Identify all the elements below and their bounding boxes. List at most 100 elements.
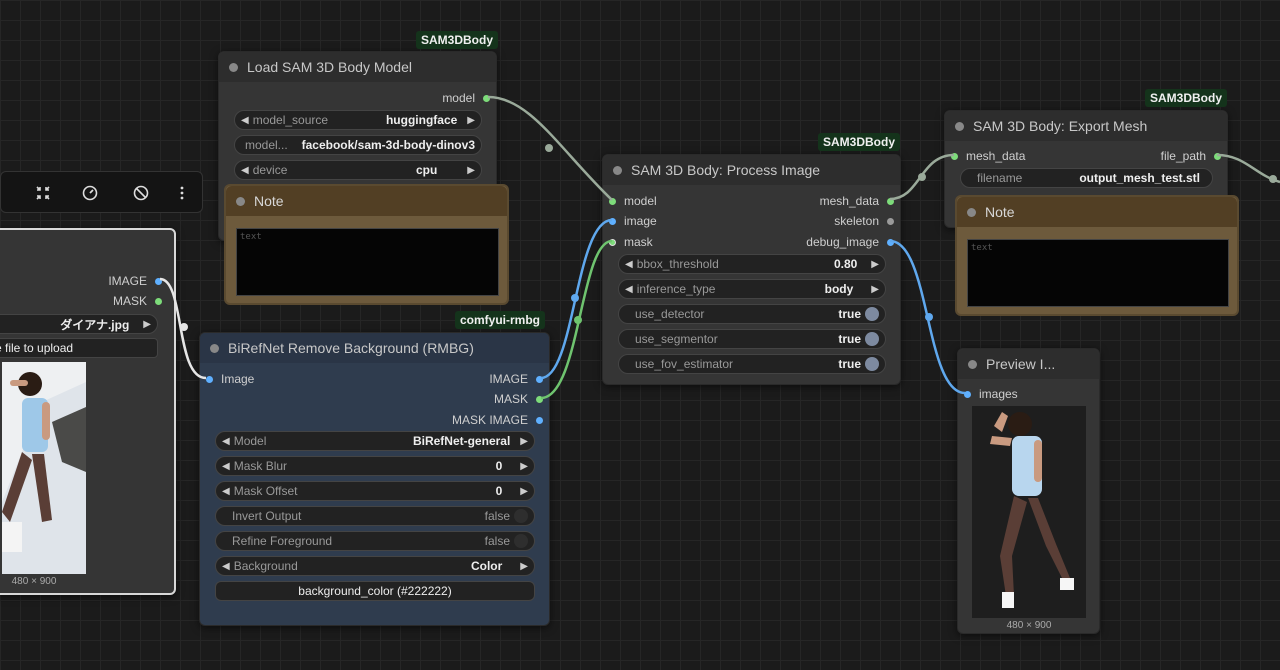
collapse-dot-icon[interactable]: [967, 208, 976, 217]
arrow-left-icon[interactable]: ◀: [222, 436, 230, 447]
node-title[interactable]: BiRefNet Remove Background (RMBG): [200, 333, 549, 363]
slot-dot[interactable]: [1214, 152, 1221, 160]
device-combo[interactable]: ◀ device cpu ▶: [234, 160, 482, 180]
arrow-right-icon[interactable]: ▶: [143, 319, 151, 330]
output-model[interactable]: model: [442, 89, 490, 107]
slot-dot[interactable]: [609, 217, 616, 225]
dial-icon[interactable]: [81, 184, 99, 202]
slot-dot[interactable]: [206, 375, 213, 383]
more-vertical-icon[interactable]: [173, 184, 191, 202]
use-detector-toggle[interactable]: use_detector true: [618, 304, 886, 324]
arrow-right-icon[interactable]: ▶: [520, 461, 528, 472]
toggle-knob[interactable]: [514, 534, 528, 548]
slot-dot[interactable]: [155, 277, 162, 285]
model-combo[interactable]: ◀ Model BiRefNet-general ▶: [215, 431, 535, 451]
slot-dot[interactable]: [887, 217, 894, 225]
output-file-path[interactable]: file_path: [1161, 147, 1221, 165]
arrow-right-icon[interactable]: ▶: [520, 486, 528, 497]
arrow-left-icon[interactable]: ◀: [625, 284, 633, 295]
link-midpoint[interactable]: [180, 323, 188, 331]
toggle-knob[interactable]: [865, 307, 879, 321]
collapse-dot-icon[interactable]: [229, 63, 238, 72]
note-node[interactable]: Note text: [955, 195, 1239, 316]
note-textarea[interactable]: text: [967, 239, 1229, 307]
node-title[interactable]: SAM 3D Body: Export Mesh: [945, 111, 1227, 141]
model-name-combo[interactable]: model... facebook/sam-3d-body-dinov3: [234, 135, 482, 155]
load-image-node[interactable]: IMAGE MASK ダイアナ.jpg ▶ se file to upload: [0, 228, 176, 595]
upload-button[interactable]: se file to upload: [0, 338, 158, 358]
arrow-right-icon[interactable]: ▶: [520, 436, 528, 447]
output-mesh-data[interactable]: mesh_data: [820, 192, 894, 210]
bbox-threshold-number[interactable]: ◀ bbox_threshold 0.80 ▶: [618, 254, 886, 274]
arrow-left-icon[interactable]: ◀: [222, 561, 230, 572]
slot-dot[interactable]: [155, 297, 162, 305]
slot-dot[interactable]: [536, 375, 543, 383]
slot-dot[interactable]: [887, 197, 894, 205]
collapse-dot-icon[interactable]: [968, 360, 977, 369]
output-debug-image[interactable]: debug_image: [806, 233, 894, 251]
node-title[interactable]: Load SAM 3D Body Model: [219, 52, 496, 82]
arrow-right-icon[interactable]: ▶: [871, 259, 879, 270]
image-combo[interactable]: ダイアナ.jpg ▶: [0, 314, 158, 334]
note-node[interactable]: Note text: [224, 184, 509, 305]
note-textarea[interactable]: text: [236, 228, 499, 296]
mask-offset-number[interactable]: ◀ Mask Offset 0 ▶: [215, 481, 535, 501]
slot-dot[interactable]: [951, 152, 958, 160]
input-mask[interactable]: mask: [609, 233, 653, 251]
collapse-dot-icon[interactable]: [210, 344, 219, 353]
background-color-button[interactable]: background_color (#222222): [215, 581, 535, 601]
model-source-combo[interactable]: ◀ model_source huggingface ▶: [234, 110, 482, 130]
toggle-knob[interactable]: [514, 509, 528, 523]
collapse-dot-icon[interactable]: [613, 166, 622, 175]
link-debug-to-preview[interactable]: [889, 239, 966, 395]
collapse-dot-icon[interactable]: [236, 197, 245, 206]
arrow-right-icon[interactable]: ▶: [520, 561, 528, 572]
node-title[interactable]: Note: [226, 186, 507, 216]
arrow-left-icon[interactable]: ◀: [222, 461, 230, 472]
link-midpoint[interactable]: [918, 173, 926, 181]
birefnet-node[interactable]: BiRefNet Remove Background (RMBG) Image …: [199, 332, 550, 626]
preview-image-node[interactable]: Preview I... images 480 × 900: [957, 348, 1100, 634]
slot-dot[interactable]: [483, 94, 490, 102]
invert-output-toggle[interactable]: Invert Output false: [215, 506, 535, 526]
slot-dot[interactable]: [964, 390, 971, 398]
output-mask[interactable]: MASK: [494, 390, 543, 408]
link-midpoint[interactable]: [574, 316, 582, 324]
link-midpoint[interactable]: [545, 144, 553, 152]
input-mesh-data[interactable]: mesh_data: [951, 147, 1025, 165]
slot-dot[interactable]: [536, 395, 543, 403]
use-fov-estimator-toggle[interactable]: use_fov_estimator true: [618, 354, 886, 374]
input-image[interactable]: Image: [206, 370, 254, 388]
slot-dot[interactable]: [609, 238, 616, 246]
node-title[interactable]: SAM 3D Body: Process Image: [603, 155, 900, 185]
slot-dot[interactable]: [609, 197, 616, 205]
inference-type-combo[interactable]: ◀ inference_type body ▶: [618, 279, 886, 299]
node-title[interactable]: Note: [957, 197, 1237, 227]
use-segmentor-toggle[interactable]: use_segmentor true: [618, 329, 886, 349]
collapse-dot-icon[interactable]: [955, 122, 964, 131]
input-model[interactable]: model: [609, 192, 657, 210]
arrow-right-icon[interactable]: ▶: [467, 115, 475, 126]
slot-dot[interactable]: [536, 416, 543, 424]
collapse-icon[interactable]: [34, 184, 52, 202]
link-midpoint[interactable]: [925, 313, 933, 321]
arrow-right-icon[interactable]: ▶: [467, 165, 475, 176]
output-mask-image[interactable]: MASK IMAGE: [452, 411, 543, 429]
arrow-left-icon[interactable]: ◀: [222, 486, 230, 497]
arrow-left-icon[interactable]: ◀: [241, 115, 249, 126]
bypass-icon[interactable]: [132, 184, 150, 202]
link-midpoint[interactable]: [571, 294, 579, 302]
toggle-knob[interactable]: [865, 357, 879, 371]
arrow-right-icon[interactable]: ▶: [871, 284, 879, 295]
node-graph-canvas[interactable]: IMAGE MASK ダイアナ.jpg ▶ se file to upload: [0, 0, 1280, 670]
output-mask[interactable]: MASK: [113, 292, 162, 310]
arrow-left-icon[interactable]: ◀: [625, 259, 633, 270]
process-image-node[interactable]: SAM 3D Body: Process Image model image m…: [602, 154, 901, 385]
input-image[interactable]: image: [609, 212, 657, 230]
refine-foreground-toggle[interactable]: Refine Foreground false: [215, 531, 535, 551]
arrow-left-icon[interactable]: ◀: [241, 165, 249, 176]
filename-text-field[interactable]: filename output_mesh_test.stl: [960, 168, 1213, 188]
output-image[interactable]: IMAGE: [489, 370, 543, 388]
mask-blur-number[interactable]: ◀ Mask Blur 0 ▶: [215, 456, 535, 476]
toggle-knob[interactable]: [865, 332, 879, 346]
